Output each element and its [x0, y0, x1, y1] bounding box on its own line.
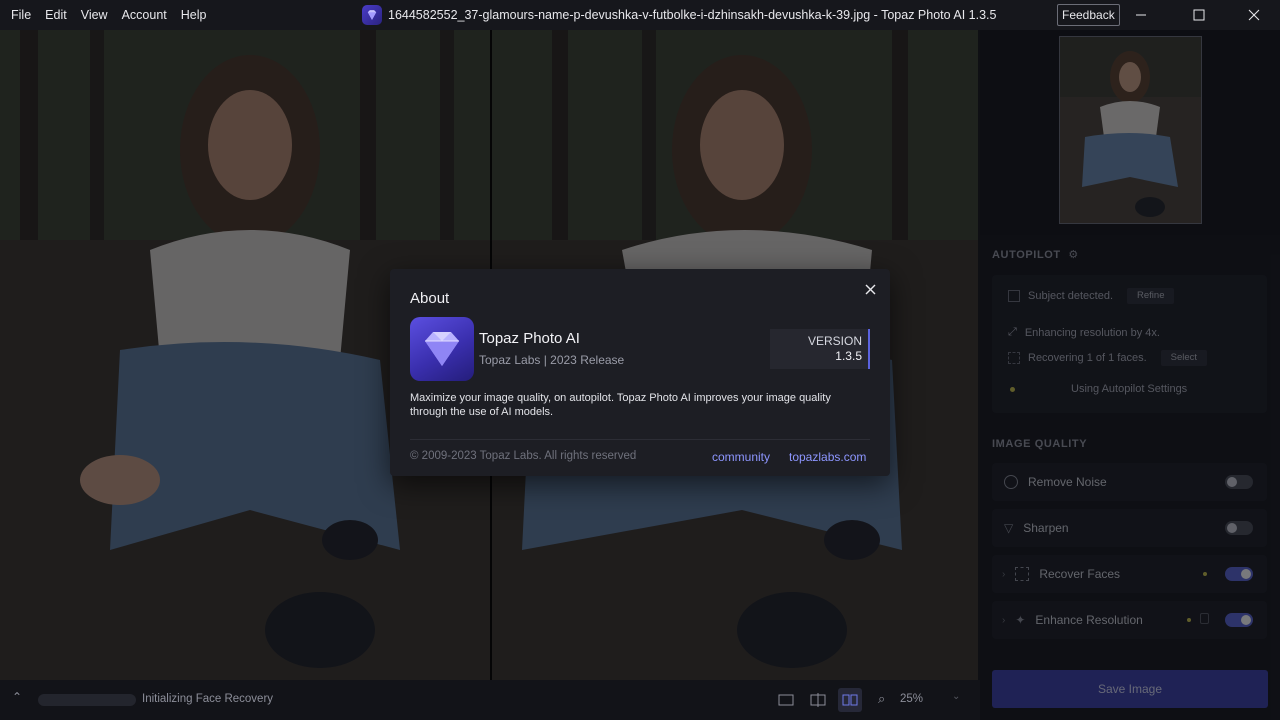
image-quality-title: IMAGE QUALITY	[992, 438, 1088, 450]
copyright-text: © 2009-2023 Topaz Labs. All rights reser…	[410, 450, 637, 462]
maximize-button[interactable]	[1176, 0, 1222, 30]
autopilot-summary: Subject detected. Refine ⤢ Enhancing res…	[992, 275, 1267, 413]
recovering-text: Recovering 1 of 1 faces.	[1028, 352, 1147, 364]
recover-faces-toggle[interactable]	[1225, 567, 1253, 581]
enhance-resolution-label: Enhance Resolution	[1035, 613, 1143, 627]
title-bar: File Edit View Account Help 1644582552_3…	[0, 0, 1280, 30]
refine-button[interactable]: Refine	[1127, 288, 1175, 304]
side-by-side-icon	[842, 694, 858, 706]
subject-icon	[1008, 290, 1020, 302]
about-dialog: About Topaz Photo AI Topaz Labs | 2023 R…	[390, 269, 890, 476]
gear-icon[interactable]: ⚙	[1068, 249, 1078, 261]
product-name: Topaz Photo AI	[479, 330, 580, 347]
menu-view[interactable]: View	[74, 0, 115, 30]
enhance-resolution-row[interactable]: › ✦ Enhance Resolution	[992, 601, 1267, 639]
single-view-icon	[778, 694, 794, 706]
status-bar: ⌃ Initializing Face Recovery ⌕ 25% ⌄	[0, 680, 980, 720]
menu-account[interactable]: Account	[115, 0, 174, 30]
close-icon	[865, 284, 875, 294]
dialog-title: About	[410, 290, 450, 307]
enhance-resolution-toggle[interactable]	[1225, 613, 1253, 627]
zoom-icon[interactable]: ⌕	[878, 691, 885, 707]
window-title-area: 1644582552_37-glamours-name-p-devushka-v…	[362, 0, 996, 30]
close-icon	[1248, 9, 1260, 21]
sharpen-toggle[interactable]	[1225, 521, 1253, 535]
zoom-level[interactable]: 25%	[900, 693, 923, 705]
menu-bar: File Edit View Account Help	[0, 0, 213, 30]
status-dot-icon	[1010, 386, 1015, 392]
face-frame-icon	[1015, 567, 1030, 581]
sharpen-row[interactable]: ▽ Sharpen	[992, 509, 1267, 547]
select-button[interactable]: Select	[1160, 350, 1208, 366]
navigator	[980, 30, 1280, 235]
status-text: Initializing Face Recovery	[142, 693, 274, 705]
split-view-icon	[810, 693, 826, 707]
progress-bar	[38, 694, 136, 706]
navigator-thumbnail[interactable]	[1059, 36, 1202, 224]
product-subtitle: Topaz Labs | 2023 Release	[479, 353, 625, 367]
chevron-up-icon[interactable]: ⌃	[12, 690, 22, 704]
minimize-icon	[1136, 14, 1146, 16]
menu-help[interactable]: Help	[174, 0, 214, 30]
topaz-app-icon	[410, 317, 474, 381]
recover-faces-label: Recover Faces	[1039, 567, 1121, 581]
dialog-divider	[410, 439, 870, 440]
autopilot-settings-text: Using Autopilot Settings	[1071, 383, 1188, 395]
minimize-button[interactable]	[1118, 0, 1164, 30]
maximize-icon	[1193, 9, 1205, 21]
lock-icon	[1200, 613, 1209, 624]
chevron-down-icon[interactable]: ⌄	[952, 691, 960, 702]
community-link[interactable]: community	[712, 450, 770, 464]
side-by-side-view-button[interactable]	[838, 688, 862, 712]
noise-icon	[1004, 475, 1018, 489]
save-image-button[interactable]: Save Image	[992, 670, 1268, 708]
window-title: 1644582552_37-glamours-name-p-devushka-v…	[388, 8, 997, 22]
website-link[interactable]: topazlabs.com	[789, 450, 866, 464]
sharpen-label: Sharpen	[1023, 521, 1069, 535]
feedback-button[interactable]: Feedback	[1057, 4, 1120, 26]
menu-edit[interactable]: Edit	[38, 0, 74, 30]
close-dialog-button[interactable]	[862, 281, 878, 297]
version-box: VERSION 1.3.5	[770, 329, 870, 369]
enhancing-text: Enhancing resolution by 4x.	[1024, 326, 1160, 339]
sparkle-icon: ✦	[1015, 613, 1026, 627]
subject-detected-text: Subject detected.	[1028, 290, 1114, 302]
right-panel: AUTOPILOT ⚙ Subject detected. Refine ⤢ E…	[980, 30, 1280, 720]
autopilot-title: AUTOPILOT ⚙	[992, 249, 1079, 261]
close-window-button[interactable]	[1231, 0, 1277, 30]
active-dot-icon	[1187, 618, 1191, 622]
active-dot-icon	[1203, 572, 1207, 576]
resize-icon: ⤢	[1008, 326, 1017, 338]
remove-noise-label: Remove Noise	[1028, 475, 1107, 489]
topaz-logo-icon	[362, 5, 382, 25]
version-label: VERSION	[807, 334, 862, 348]
menu-file[interactable]: File	[4, 0, 38, 30]
remove-noise-row[interactable]: Remove Noise	[992, 463, 1267, 501]
version-number: 1.3.5	[835, 349, 862, 363]
split-view-button[interactable]	[806, 688, 830, 712]
recover-faces-row[interactable]: › Recover Faces	[992, 555, 1267, 593]
remove-noise-toggle[interactable]	[1225, 475, 1253, 489]
chevron-right-icon[interactable]: ›	[1002, 569, 1005, 580]
product-description: Maximize your image quality, on autopilo…	[410, 392, 831, 418]
sharpen-icon: ▽	[1004, 521, 1014, 535]
single-view-button[interactable]	[774, 688, 798, 712]
chevron-right-icon[interactable]: ›	[1002, 615, 1005, 626]
face-icon	[1008, 352, 1020, 364]
